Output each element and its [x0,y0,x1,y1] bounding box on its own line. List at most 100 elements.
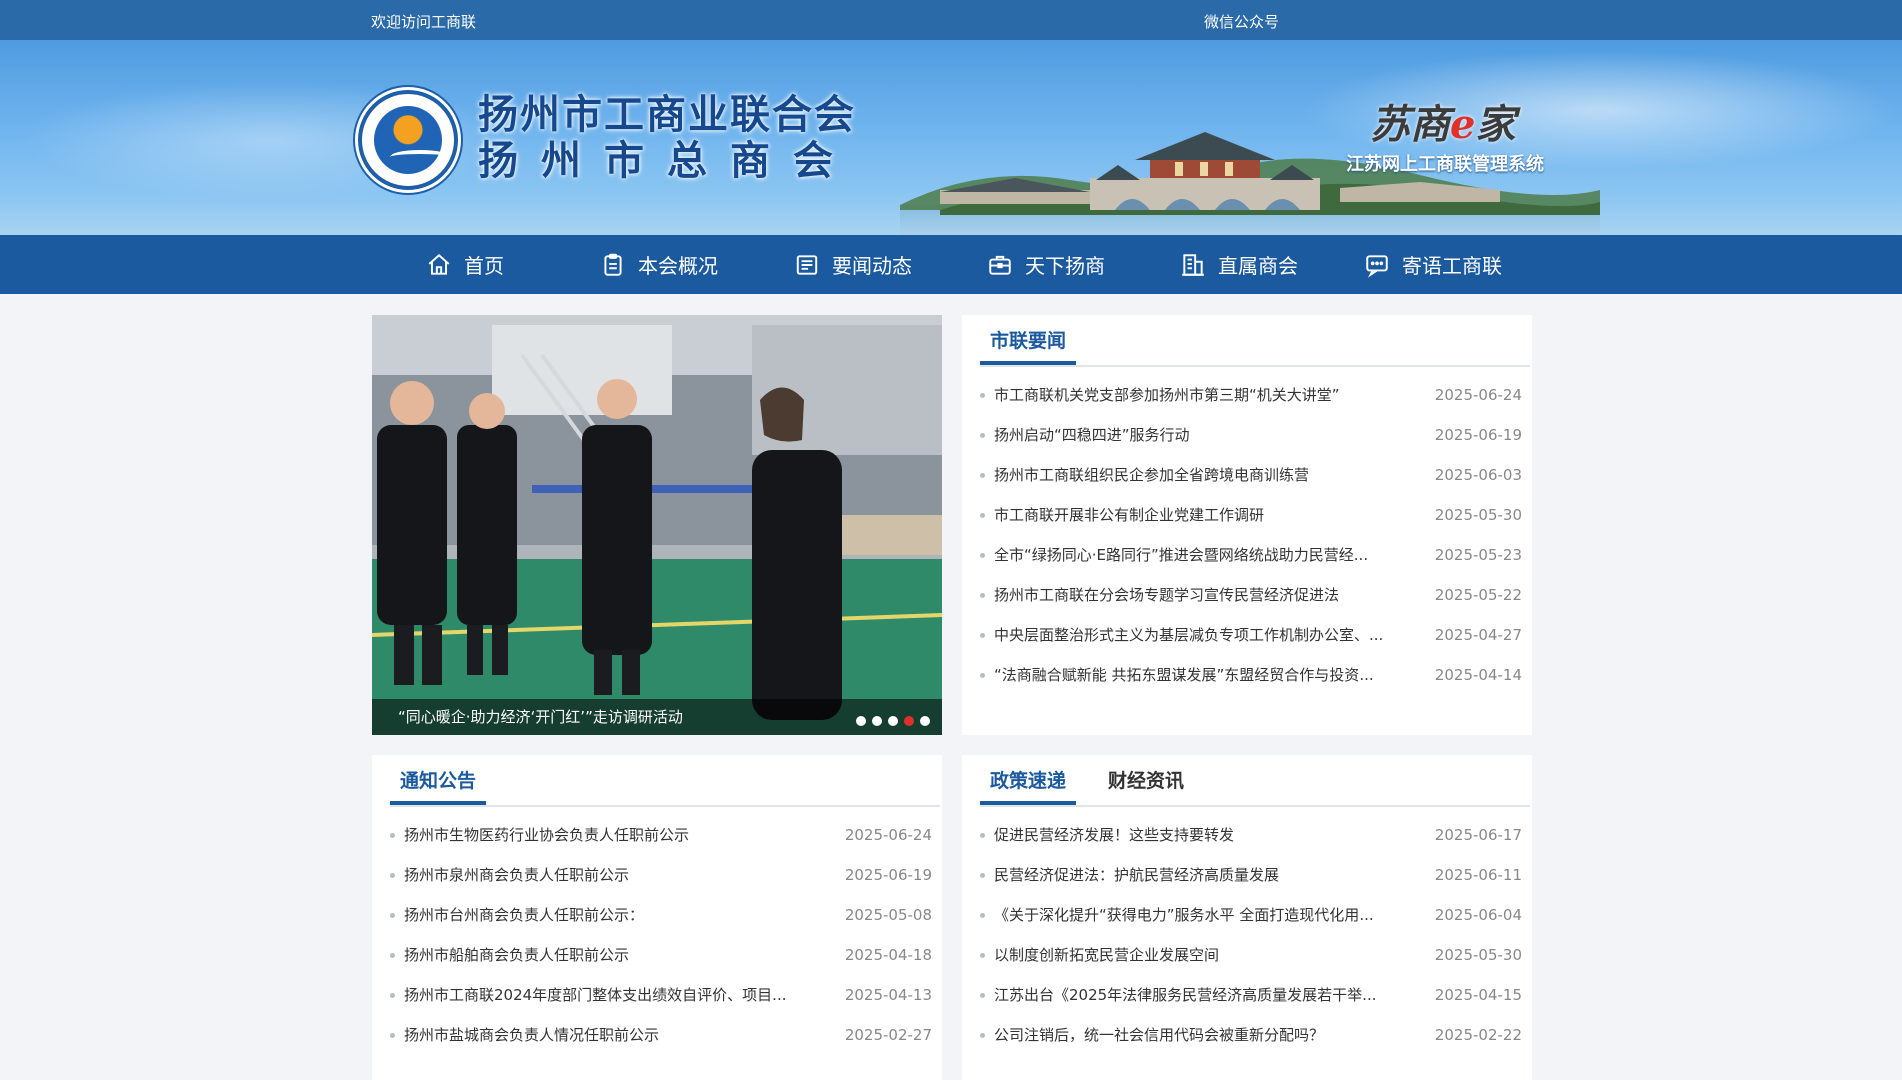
list-item[interactable]: 市工商联开展非公有制企业党建工作调研 2025-05-30 [980,500,1530,540]
site-logo[interactable] [358,90,458,190]
brand-logo[interactable]: 苏商e家 [1370,92,1515,150]
nav-label: 直属商会 [1218,254,1298,278]
tab-notices[interactable]: 通知公告 [390,765,487,805]
list-item-date: 2025-05-22 [1434,586,1522,604]
list-item[interactable]: 扬州市泉州商会负责人任职前公示 2025-06-19 [390,860,940,900]
list-item-date: 2025-05-08 [844,906,932,924]
list-item[interactable]: 民营经济促进法：护航民营经济高质量发展 2025-06-11 [980,860,1530,900]
bullet-icon [980,433,985,438]
tab-finance[interactable]: 财经资讯 [1098,765,1194,805]
bullet-icon [980,633,985,638]
list-item-date: 2025-06-04 [1434,906,1522,924]
list-item-date: 2025-02-22 [1434,1026,1522,1044]
briefcase-icon [989,255,1011,275]
bullet-icon [390,953,395,958]
list-item-title[interactable]: 扬州市工商联组织民企参加全省跨境电商训练营 [994,460,1414,490]
news-slider[interactable]: “同心暖企·助力经济‘开门红’”走访调研活动 [372,315,942,735]
list-item-title[interactable]: 全市“绿扬同心·E路同行”推进会暨网络统战助力民营经... [994,540,1414,570]
list-item[interactable]: 扬州市船舶商会负责人任职前公示 2025-04-18 [390,940,940,980]
home-icon [428,253,450,275]
bullet-icon [390,993,395,998]
building-icon [1182,253,1204,276]
list-item-date: 2025-05-30 [1434,946,1522,964]
main-nav: 首页 本会概况 要闻动态 天下扬商 直属商会 寄语工商联 [0,235,1902,294]
welcome-text: 欢迎访问工商联 [371,13,477,31]
list-item-title[interactable]: 市工商联机关党支部参加扬州市第三期“机关大讲堂” [994,380,1414,410]
list-item-title[interactable]: 扬州市盐城商会负责人情况任职前公示 [404,1020,824,1050]
list-item[interactable]: 扬州市工商联在分会场专题学习宣传民营经济促进法 2025-05-22 [980,580,1530,620]
list-item[interactable]: “法商融合赋新能 共拓东盟谋发展”东盟经贸合作与投资... 2025-04-14 [980,660,1530,700]
bullet-icon [980,593,985,598]
list-item-title[interactable]: “法商融合赋新能 共拓东盟谋发展”东盟经贸合作与投资... [994,660,1414,690]
bullet-icon [980,553,985,558]
list-item-title[interactable]: 中央层面整治形式主义为基层减负专项工作机制办公室、... [994,620,1414,650]
list-item[interactable]: 扬州市生物医药行业协会负责人任职前公示 2025-06-24 [390,820,940,860]
list-item-title[interactable]: 促进民营经济发展！这些支持要转发 [994,820,1414,850]
header-banner: 扬州市工商业联合会 扬州市总商会 苏商e家 江苏网上工商联管理系统 [0,40,1902,235]
slider-dot-active[interactable] [904,716,914,726]
top-bar: 欢迎访问工商联 微信公众号 [0,0,1902,40]
list-item[interactable]: 扬州市台州商会负责人任职前公示： 2025-05-08 [390,900,940,940]
list-item-title[interactable]: 《关于深化提升“获得电力”服务水平 全面打造现代化用... [994,900,1414,930]
message-icon [1366,254,1388,278]
list-item-title[interactable]: 公司注销后，统一社会信用代码会被重新分配吗？ [994,1020,1414,1050]
news-list: 市工商联机关党支部参加扬州市第三期“机关大讲堂” 2025-06-24 扬州启动“四… [980,380,1530,700]
brand-subtitle: 江苏网上工商联管理系统 [1346,154,1544,175]
list-item-title[interactable]: 民营经济促进法：护航民营经济高质量发展 [994,860,1414,890]
list-item-date: 2025-06-24 [1434,386,1522,404]
slider-dot[interactable] [856,716,866,726]
wechat-link[interactable]: 微信公众号 [1204,11,1279,32]
list-item[interactable]: 扬州市工商联组织民企参加全省跨境电商训练营 2025-06-03 [980,460,1530,500]
list-item-title[interactable]: 扬州市生物医药行业协会负责人任职前公示 [404,820,824,850]
tab-policy[interactable]: 政策速递 [980,765,1077,805]
list-item[interactable]: 中央层面整治形式主义为基层减负专项工作机制办公室、... 2025-04-27 [980,620,1530,660]
list-item-date: 2025-04-14 [1434,666,1522,684]
nav-item-message[interactable]: 寄语工商联 [1364,235,1502,294]
list-item-title[interactable]: 扬州市泉州商会负责人任职前公示 [404,860,824,890]
list-item-title[interactable]: 扬州市工商联2024年度部门整体支出绩效自评价、项目... [404,980,824,1010]
list-item-date: 2025-06-24 [844,826,932,844]
list-item-title[interactable]: 扬州市台州商会负责人任职前公示： [404,900,824,930]
nav-item-chambers[interactable]: 直属商会 [1180,235,1298,294]
list-item[interactable]: 市工商联机关党支部参加扬州市第三期“机关大讲堂” 2025-06-24 [980,380,1530,420]
slider-dots [856,716,930,726]
list-item-date: 2025-05-30 [1434,506,1522,524]
list-item[interactable]: 扬州市盐城商会负责人情况任职前公示 2025-02-27 [390,1020,940,1060]
list-item[interactable]: 以制度创新拓宽民营企业发展空间 2025-05-30 [980,940,1530,980]
news-icon [796,254,818,275]
slider-dot[interactable] [920,716,930,726]
bullet-icon [980,473,985,478]
list-item-title[interactable]: 扬州启动“四稳四进”服务行动 [994,420,1414,450]
bullet-icon [390,913,395,918]
nav-item-overview[interactable]: 本会概况 [600,235,718,294]
slider-dot[interactable] [888,716,898,726]
bullet-icon [980,673,985,678]
list-item-title[interactable]: 市工商联开展非公有制企业党建工作调研 [994,500,1414,530]
logo-emblem-icon [374,106,450,174]
list-item-title[interactable]: 江苏出台《2025年法律服务民营经济高质量发展若干举... [994,980,1414,1010]
list-item[interactable]: 全市“绿扬同心·E路同行”推进会暨网络统战助力民营经... 2025-05-23 [980,540,1530,580]
bullet-icon [980,833,985,838]
list-item[interactable]: 江苏出台《2025年法律服务民营经济高质量发展若干举... 2025-04-15 [980,980,1530,1020]
list-item-date: 2025-04-13 [844,986,932,1004]
slider-dot[interactable] [872,716,882,726]
list-item[interactable]: 公司注销后，统一社会信用代码会被重新分配吗？ 2025-02-22 [980,1020,1530,1060]
nav-item-home[interactable]: 首页 [426,235,504,294]
policy-tabs: 政策速递 财经资讯 [980,755,1530,807]
bullet-icon [390,873,395,878]
list-item-date: 2025-02-27 [844,1026,932,1044]
nav-item-merchants[interactable]: 天下扬商 [987,235,1105,294]
list-item[interactable]: 扬州市工商联2024年度部门整体支出绩效自评价、项目... 2025-04-13 [390,980,940,1020]
site-title: 扬州市工商业联合会 扬州市总商会 [478,92,856,184]
tab-city-news[interactable]: 市联要闻 [980,325,1077,365]
list-item-title[interactable]: 以制度创新拓宽民营企业发展空间 [994,940,1414,970]
list-item[interactable]: 促进民营经济发展！这些支持要转发 2025-06-17 [980,820,1530,860]
bullet-icon [980,993,985,998]
list-item[interactable]: 扬州启动“四稳四进”服务行动 2025-06-19 [980,420,1530,460]
list-item-title[interactable]: 扬州市船舶商会负责人任职前公示 [404,940,824,970]
nav-item-news[interactable]: 要闻动态 [794,235,912,294]
notices-list: 扬州市生物医药行业协会负责人任职前公示 2025-06-24 扬州市泉州商会负责人任… [390,820,940,1060]
list-item[interactable]: 《关于深化提升“获得电力”服务水平 全面打造现代化用... 2025-06-04 [980,900,1530,940]
list-item-title[interactable]: 扬州市工商联在分会场专题学习宣传民营经济促进法 [994,580,1414,610]
nav-label: 寄语工商联 [1402,254,1502,278]
